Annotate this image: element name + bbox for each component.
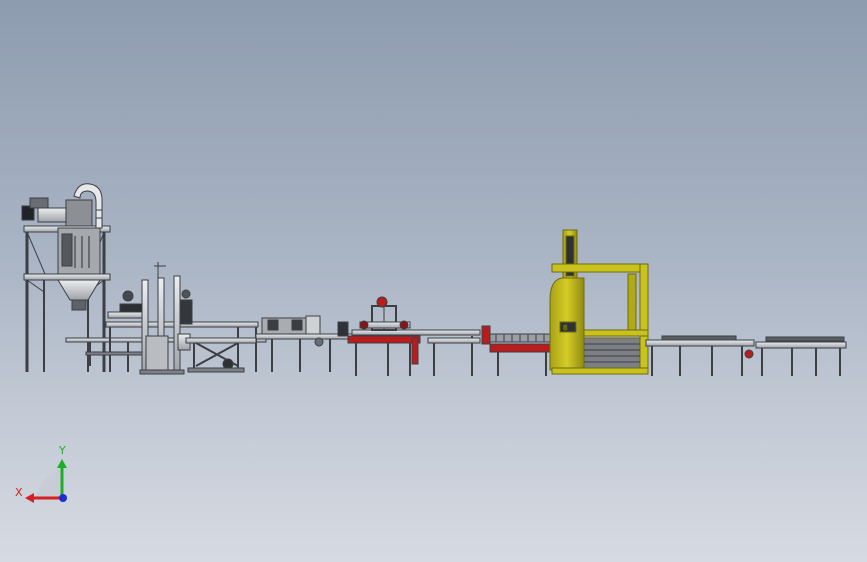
cad-viewport[interactable]: 8 X Y (0, 0, 867, 562)
red-conveyor-1[interactable] (347, 296, 481, 376)
coordinate-triad-icon: X Y (15, 444, 67, 503)
triad-x-label: X (15, 486, 23, 499)
inclined-conveyor[interactable] (185, 337, 257, 373)
outfeed-roller-conveyor-1[interactable] (645, 335, 755, 376)
red-conveyor-2[interactable] (481, 325, 553, 376)
production-line-model[interactable]: 8 X Y (0, 0, 867, 562)
transfer-conveyor[interactable] (255, 315, 353, 372)
outfeed-roller-conveyor-2[interactable] (755, 336, 847, 376)
dust-collector-assembly[interactable] (21, 183, 111, 372)
palletizer-gantry[interactable]: 8 (549, 229, 649, 375)
triad-y-label: Y (58, 444, 66, 457)
svg-text:8: 8 (563, 324, 567, 332)
vertical-hoist[interactable] (139, 262, 193, 375)
